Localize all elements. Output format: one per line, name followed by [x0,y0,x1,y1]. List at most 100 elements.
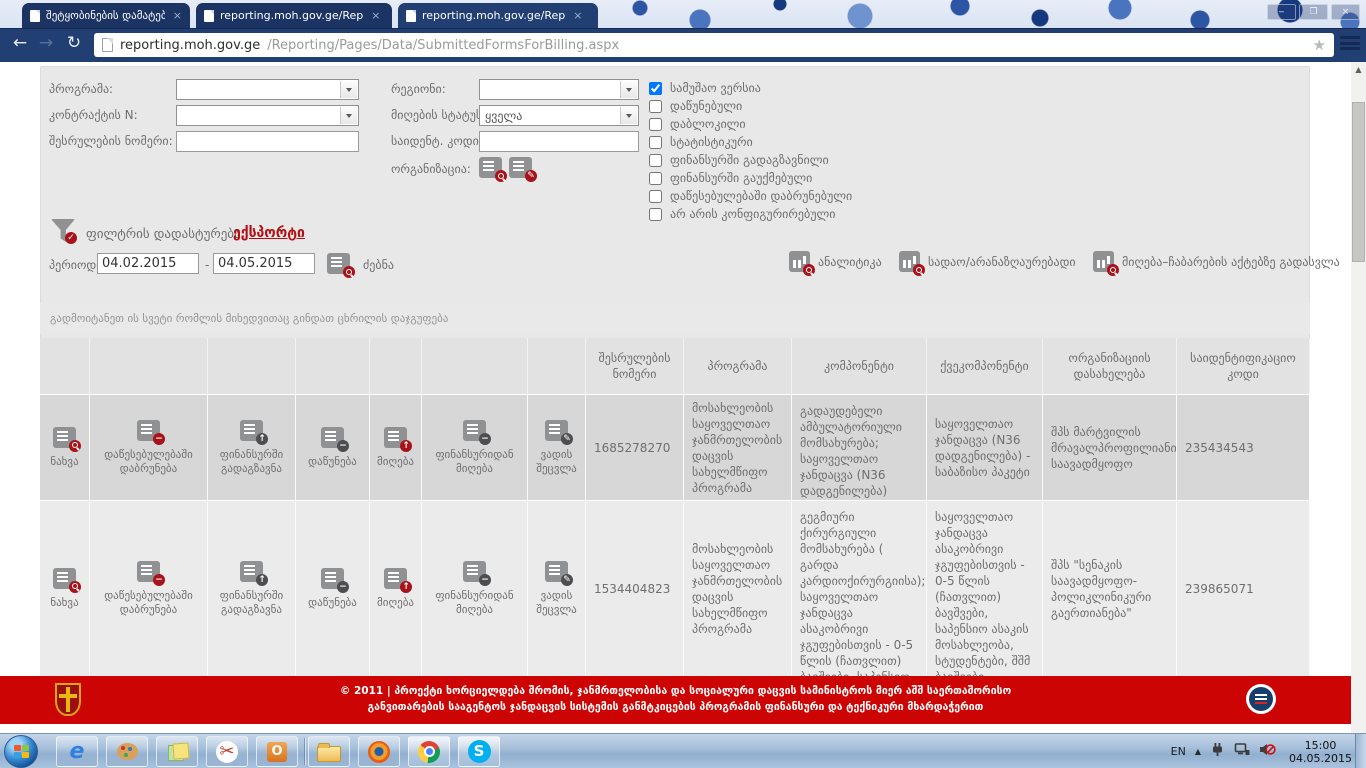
firefox-icon [368,741,390,763]
return-to-institution-button[interactable]: − დაწესებულებაში დაბრუნება [90,500,208,676]
taskbar-outlook-button[interactable]: O [256,736,298,767]
checkbox[interactable] [649,100,662,113]
header-organization[interactable]: ორგანიზაციის დასახელება [1043,338,1177,394]
chevron-down-icon[interactable] [340,81,357,98]
browser-tab-2[interactable]: reporting.moh.gov.ge/Rep × [196,3,392,28]
filter-checkbox-rejected[interactable]: დაწუნებული [649,99,742,113]
period-to-input[interactable] [213,253,315,274]
change-deadline-button[interactable]: ✎ ვადის შეცვლა [528,500,586,676]
view-button[interactable]: ნახვა [40,394,90,500]
organization-search-button[interactable] [479,157,502,178]
checkbox[interactable] [649,190,662,203]
taskbar-paint-button[interactable] [106,736,148,767]
checkbox[interactable] [649,118,662,131]
checkbox[interactable] [649,136,662,149]
status-select[interactable]: ყველა [479,105,639,126]
vertical-scrollbar[interactable]: ▲ [1351,62,1366,733]
document-icon: − [463,420,486,441]
close-icon[interactable]: × [573,9,582,22]
header-execution-number[interactable]: შესრულების ნომერი [586,338,684,394]
receive-from-financial-button[interactable]: − ფინანსურიდან მიღება [422,500,528,676]
back-button[interactable]: ← [8,33,32,53]
address-bar[interactable]: reporting.moh.gov.ge /Reporting/Pages/Da… [94,33,1334,57]
acceptance-acts-button[interactable]: მიღება–ჩაბარების აქტებზე გადასვლა [1093,251,1340,272]
filter-checkbox-statistical[interactable]: სტატისტიკური [649,135,753,149]
tray-expand-icon[interactable]: ▲ [1195,747,1201,756]
accept-button[interactable]: ↑ მიღება [370,394,422,500]
checkbox[interactable] [649,172,662,185]
receive-from-financial-button[interactable]: − ფინანსურიდან მიღება [422,394,528,500]
chevron-down-icon[interactable] [340,107,357,124]
chevron-down-icon[interactable] [620,81,637,98]
taskbar-explorer-button[interactable] [308,736,350,767]
scrollbar-thumb[interactable] [1352,102,1365,262]
document-icon: − [321,568,344,589]
taskbar-firefox-button[interactable] [358,736,400,767]
taskbar-snipping-tool-button[interactable]: ✂ [206,736,248,767]
refresh-button[interactable]: ↻ [62,33,86,53]
close-icon[interactable]: × [173,9,182,22]
filter-checkbox-not-configured[interactable]: არ არის კონფიგურირებული [649,207,835,221]
period-from-input[interactable] [97,253,199,274]
contract-select[interactable] [176,105,359,126]
filter-checkbox-returned-to-institution[interactable]: დაწესებულებაში დაბრუნებული [649,189,852,203]
ident-code-input[interactable] [479,131,639,152]
scroll-up-icon[interactable]: ▲ [1351,62,1366,77]
taskbar-internet-explorer-button[interactable]: e [56,736,98,767]
export-link[interactable]: ექსპორტი [233,225,305,241]
checkbox[interactable] [649,154,662,167]
show-desktop-button[interactable] [1355,734,1366,768]
reject-button[interactable]: − დაწუნება [296,394,370,500]
view-button[interactable]: ნახვა [40,500,90,676]
taskbar-sticky-notes-button[interactable] [156,736,198,767]
disputed-button[interactable]: სადაო/არანაზღაურებადი [899,251,1076,272]
chevron-down-icon[interactable] [620,107,637,124]
bookmark-star-icon[interactable]: ★ [1313,36,1326,54]
search-button[interactable] [327,253,350,274]
filter-checkbox-sent-to-financial[interactable]: ფინანსურში გადაგზავნილი [649,153,829,167]
maximize-button[interactable]: ❐ [1299,4,1328,20]
table-row: ნახვა − დაწესებულებაში დაბრუნება ↑ ფინან… [40,500,1310,676]
forward-button[interactable]: → [34,33,58,53]
browser-menu-icon[interactable] [1340,36,1360,52]
filter-checkbox-blocked[interactable]: დაბლოკილი [649,117,746,131]
volume-muted-icon[interactable] [1259,742,1276,761]
return-to-institution-button[interactable]: − დაწესებულებაში დაბრუნება [90,394,208,500]
filter-checkbox-cancelled-in-financial[interactable]: ფინანსურში გაუქმებული [649,171,812,185]
minus-icon: − [337,440,349,452]
browser-tab-3-active[interactable]: reporting.moh.gov.ge/Rep × [398,3,598,28]
header-subcomponent[interactable]: ქვეკომპონენტი [927,338,1043,394]
header-ident-code[interactable]: საიდენტიფიკაციო კოდი [1177,338,1310,394]
taskbar-chrome-button[interactable] [408,736,450,767]
change-deadline-button[interactable]: ✎ ვადის შეცვლა [528,394,586,500]
filter-checkbox-working-version[interactable]: სამუშაო ვერსია [649,81,761,95]
cell-subcomponent: საყოველთაო ჯანდაცვა (N36 დადგენილება) - … [927,394,1043,500]
clock-date: 04.05.2015 [1289,752,1352,765]
browser-tab-1[interactable]: შეტყობინების დამატება × [22,3,190,28]
region-select[interactable] [479,79,639,100]
header-empty [370,338,422,394]
accept-button[interactable]: ↑ მიღება [370,500,422,676]
program-select[interactable] [176,79,359,100]
execution-number-input[interactable] [176,131,359,152]
checkbox[interactable] [649,82,662,95]
checkbox[interactable] [649,208,662,221]
header-empty [528,338,586,394]
window-close-button[interactable]: × [1331,4,1360,20]
send-to-financial-button[interactable]: ↑ ფინანსურში გადაგზავნა [208,394,296,500]
network-icon[interactable] [1234,742,1250,761]
taskbar-clock[interactable]: 15:00 04.05.2015 [1289,739,1352,765]
start-button[interactable] [4,735,38,768]
language-indicator[interactable]: EN [1171,745,1186,758]
header-program[interactable]: პროგრამა [684,338,792,394]
organization-edit-button[interactable]: ✎ [509,157,532,178]
send-to-financial-button[interactable]: ↑ ფინანსურში გადაგზავნა [208,500,296,676]
close-icon[interactable]: × [371,9,380,22]
reject-button[interactable]: − დაწუნება [296,500,370,676]
power-plug-icon[interactable] [1210,742,1225,761]
taskbar-skype-button[interactable]: S [458,736,500,767]
analytics-button[interactable]: ანალიტიკა [789,251,882,272]
minimize-button[interactable]: ‒ [1267,4,1296,20]
header-component[interactable]: კომპონენტი [792,338,927,394]
filter-confirm-button[interactable]: ✓ [51,219,75,242]
